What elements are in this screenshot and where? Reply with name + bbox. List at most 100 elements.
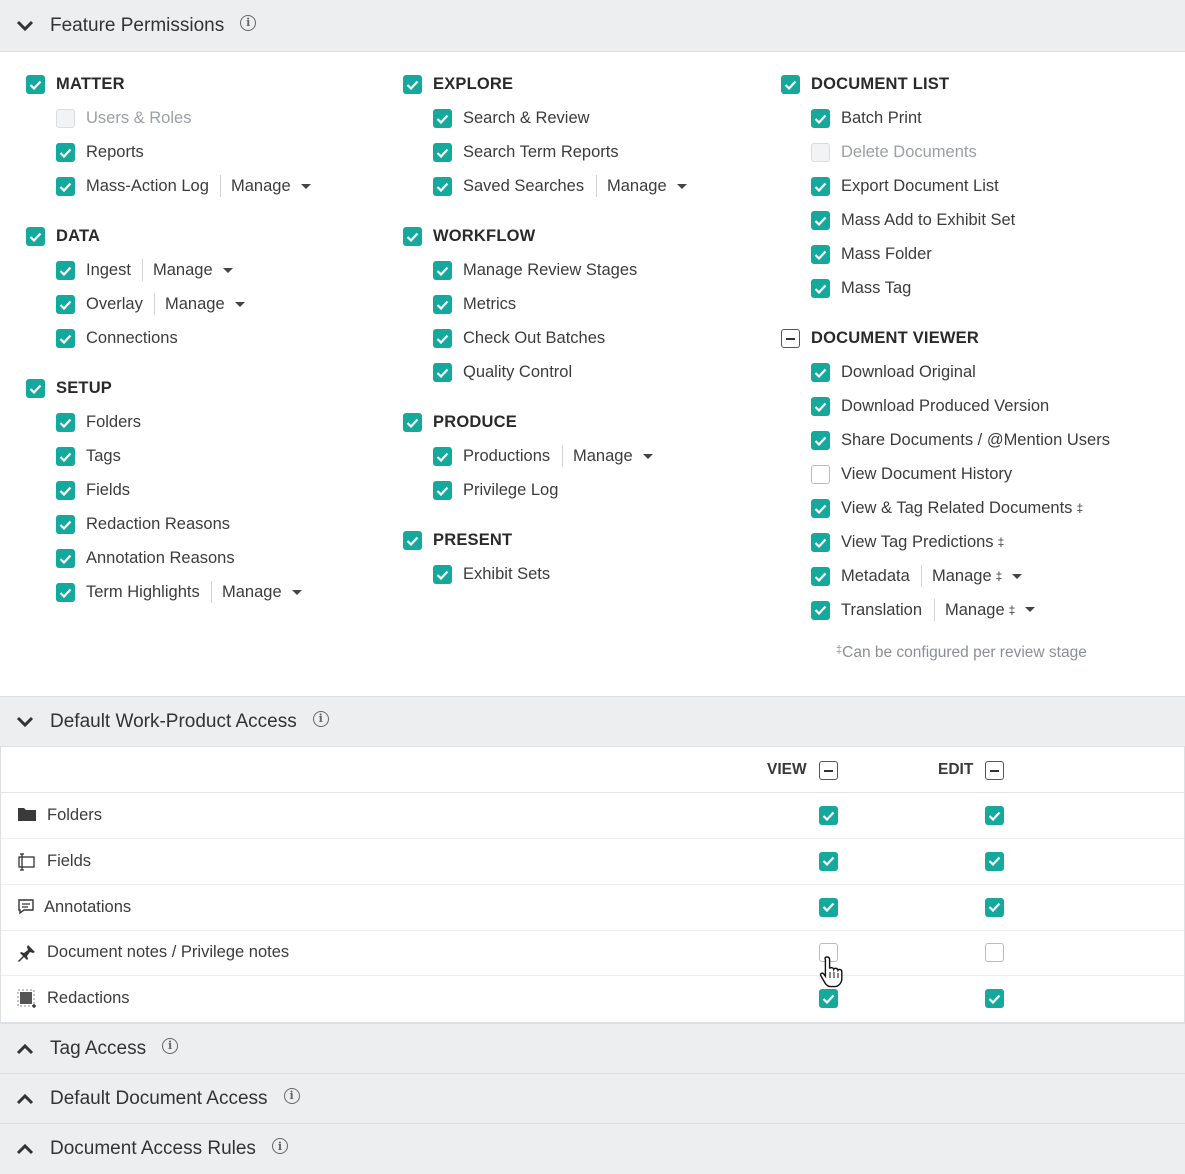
checkbox-setup-4[interactable] [56, 549, 75, 568]
checkbox-workflow-1[interactable] [433, 295, 452, 314]
checkbox-matter-2[interactable] [56, 177, 75, 196]
caret-down-icon [676, 183, 687, 189]
checkbox-setup-0[interactable] [56, 413, 75, 432]
chevron-down-icon[interactable] [0, 716, 50, 728]
checkbox-setup-3[interactable] [56, 515, 75, 534]
checkbox-document_list-2[interactable] [811, 177, 830, 196]
info-icon[interactable]: i [283, 1087, 300, 1104]
group-checkbox-data[interactable] [26, 227, 45, 246]
checkbox-setup-5[interactable] [56, 583, 75, 602]
checkbox-document_viewer-2[interactable] [811, 431, 830, 450]
group-checkbox-setup[interactable] [26, 379, 45, 398]
manage-dropdown[interactable]: Manage [231, 176, 311, 196]
edit-select-all-checkbox[interactable] [985, 761, 1004, 780]
manage-dropdown[interactable]: Manage [165, 294, 245, 314]
info-icon[interactable]: i [162, 1037, 179, 1054]
checkbox-document_viewer-1[interactable] [811, 397, 830, 416]
checkbox-document_list-4[interactable] [811, 245, 830, 264]
checkbox-workflow-2[interactable] [433, 329, 452, 348]
checkbox-document_viewer-3[interactable] [811, 465, 830, 484]
checkbox-setup-1[interactable] [56, 447, 75, 466]
section-title: Feature Permissions [50, 14, 225, 36]
checkbox-document_list-5[interactable] [811, 279, 830, 298]
checkbox-data-2[interactable] [56, 329, 75, 348]
info-icon[interactable]: i [271, 1138, 288, 1154]
checkbox-produce-1[interactable] [433, 481, 452, 500]
separator [596, 175, 597, 197]
row-label: Fields [47, 851, 92, 870]
manage-dropdown[interactable]: Manage [607, 176, 687, 196]
work-product-table: VIEW EDIT Folders Fields Annotations Docume… [0, 747, 1185, 1023]
row-label: Redactions [47, 989, 130, 1008]
view-checkbox[interactable] [819, 989, 838, 1009]
table-row: Folders [1, 793, 1184, 839]
default-document-access-header[interactable]: Default Document Access i [0, 1073, 1185, 1123]
checkbox-document_list-0[interactable] [811, 109, 830, 128]
chevron-up-icon[interactable] [0, 1043, 50, 1055]
edit-checkbox[interactable] [985, 943, 1004, 963]
group-checkbox-matter[interactable] [26, 75, 45, 94]
manage-label: Manage [932, 567, 992, 585]
permission-label: Mass-Action Log [86, 177, 209, 195]
edit-checkbox[interactable] [985, 851, 1004, 871]
manage-dropdown[interactable]: Manage ‡ [932, 566, 1023, 586]
checkbox-data-0[interactable] [56, 261, 75, 280]
group-checkbox-document_viewer[interactable] [781, 329, 800, 348]
info-icon[interactable]: i [312, 710, 329, 727]
manage-dropdown[interactable]: Manage [153, 260, 233, 280]
group-checkbox-workflow[interactable] [403, 227, 422, 246]
checkbox-setup-2[interactable] [56, 481, 75, 500]
edit-checkbox[interactable] [985, 897, 1004, 917]
checkbox-document_viewer-4[interactable] [811, 499, 830, 518]
checkbox-explore-2[interactable] [433, 177, 452, 196]
table-row: Document notes / Privilege notes [1, 930, 1184, 977]
table-row: Annotations [1, 885, 1184, 931]
section-title: Document Access Rules [50, 1138, 256, 1159]
checkbox-data-1[interactable] [56, 295, 75, 314]
manage-dropdown[interactable]: Manage [222, 582, 302, 602]
checkbox-produce-0[interactable] [433, 447, 452, 466]
permission-label: Check Out Batches [463, 329, 606, 347]
view-checkbox[interactable] [819, 806, 838, 825]
checkbox-document_viewer-0[interactable] [811, 363, 830, 382]
checkbox-matter-1[interactable] [56, 143, 75, 162]
feature-permissions-header[interactable]: Feature Permissions i [0, 0, 1185, 52]
checkbox-document_list-1 [811, 143, 830, 162]
field-icon [17, 852, 37, 872]
group-checkbox-present[interactable] [403, 531, 422, 550]
row-label: Folders [47, 806, 103, 824]
checkbox-explore-1[interactable] [433, 143, 452, 162]
permission-label: Users & Roles [86, 109, 192, 127]
permission-label: Metadata [841, 567, 910, 585]
info-icon[interactable]: i [240, 14, 257, 31]
edit-checkbox[interactable] [985, 989, 1004, 1009]
manage-label: Manage [153, 261, 213, 279]
tag-access-header[interactable]: Tag Access i [0, 1023, 1185, 1073]
manage-dropdown[interactable]: Manage [573, 446, 653, 466]
chevron-up-icon[interactable] [0, 1143, 50, 1155]
checkbox-document_viewer-6[interactable] [811, 567, 830, 586]
document-access-rules-header[interactable]: Document Access Rules i [0, 1123, 1185, 1174]
chevron-up-icon[interactable] [0, 1093, 50, 1105]
checkbox-document_viewer-5[interactable] [811, 533, 830, 552]
manage-dropdown[interactable]: Manage ‡ [945, 600, 1036, 620]
caret-down-icon [300, 183, 311, 189]
permission-label: Manage Review Stages [463, 261, 638, 279]
checkbox-workflow-3[interactable] [433, 363, 452, 382]
checkbox-explore-0[interactable] [433, 109, 452, 128]
permission-label: Productions [463, 447, 551, 465]
view-checkbox[interactable] [819, 851, 838, 871]
checkbox-workflow-0[interactable] [433, 261, 452, 280]
folder-icon [17, 806, 37, 826]
group-checkbox-document_list[interactable] [781, 75, 800, 94]
checkbox-present-0[interactable] [433, 565, 452, 584]
view-checkbox[interactable] [819, 897, 838, 917]
chevron-down-icon[interactable] [0, 20, 50, 32]
group-checkbox-explore[interactable] [403, 75, 422, 94]
checkbox-document_list-3[interactable] [811, 211, 830, 230]
view-select-all-checkbox[interactable] [819, 761, 838, 780]
checkbox-document_viewer-7[interactable] [811, 600, 830, 620]
group-checkbox-produce[interactable] [403, 413, 422, 432]
edit-checkbox[interactable] [985, 806, 1004, 825]
work-product-header[interactable]: Default Work-Product Access i [0, 696, 1185, 747]
